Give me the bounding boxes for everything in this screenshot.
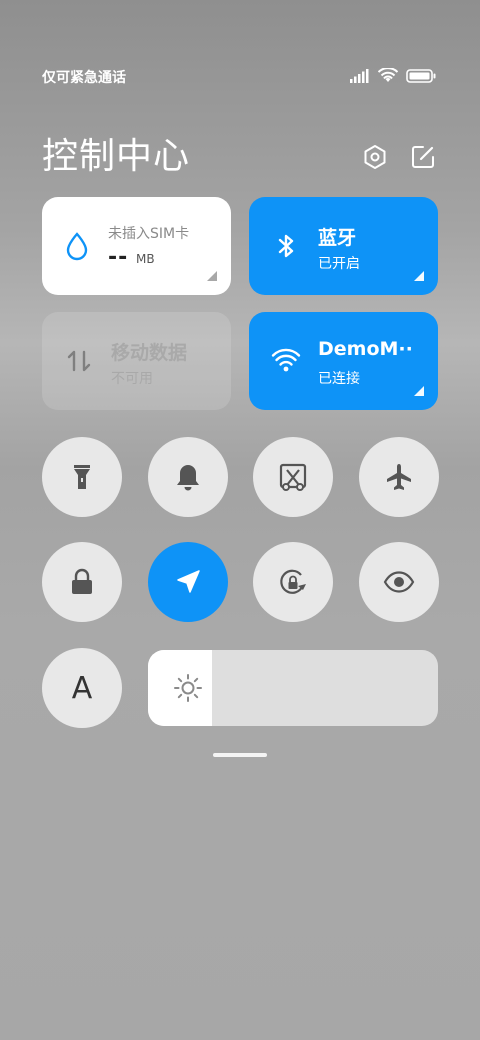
airplane-icon [387,464,411,490]
bluetooth-status: 已开启 [318,256,360,272]
signal-icon [350,68,370,87]
brightness-slider[interactable] [148,650,438,726]
page-title: 控制中心 [42,136,191,177]
font-icon: A [71,670,93,706]
lock-screen-toggle[interactable] [42,542,122,622]
data-arrows-icon [64,346,94,376]
font-size-toggle[interactable]: A [42,648,122,728]
expand-corner-icon [207,271,217,281]
settings-icon[interactable] [362,144,388,170]
rotation-lock-toggle[interactable] [253,542,333,622]
status-bar: 仅可紧急通话 [42,66,436,88]
bell-icon [177,465,199,491]
flashlight-icon [74,465,90,489]
brightness-icon [172,672,204,704]
lock-icon [72,568,92,594]
screenshot-icon [279,463,307,491]
bluetooth-icon [271,231,301,261]
wifi-network-name: DemoM·· [318,338,413,360]
battery-icon [406,68,436,87]
mobile-data-tile[interactable]: 移动数据 不可用 [42,312,231,410]
location-icon [177,570,200,593]
edit-icon[interactable] [410,144,436,170]
rotation-lock-icon [280,569,306,594]
mobile-data-title: 移动数据 [111,342,188,364]
bluetooth-tile[interactable]: 蓝牙 已开启 [249,197,438,295]
water-drop-icon [62,231,92,261]
wifi-tile[interactable]: DemoM·· 已连接 [249,312,438,410]
airplane-mode-toggle[interactable] [359,437,439,517]
data-usage-unit: MB [136,252,155,266]
wifi-status: 已连接 [318,371,360,387]
sim-status-label: 未插入SIM卡 [108,226,190,242]
screenshot-toggle[interactable] [253,437,333,517]
data-usage-tile[interactable]: 未插入SIM卡 -- MB [42,197,231,295]
location-toggle[interactable] [148,542,228,622]
expand-corner-icon [414,386,424,396]
flashlight-toggle[interactable] [42,437,122,517]
carrier-text: 仅可紧急通话 [42,70,126,86]
wifi-icon [377,66,399,87]
drag-handle[interactable] [213,753,267,757]
expand-corner-icon [414,271,424,281]
wifi-icon [271,346,301,376]
data-usage-value: -- [108,245,129,270]
eye-icon [383,571,415,593]
silent-mode-toggle[interactable] [148,437,228,517]
bluetooth-title: 蓝牙 [318,227,357,249]
mobile-data-status: 不可用 [111,371,153,387]
reading-mode-toggle[interactable] [359,542,439,622]
